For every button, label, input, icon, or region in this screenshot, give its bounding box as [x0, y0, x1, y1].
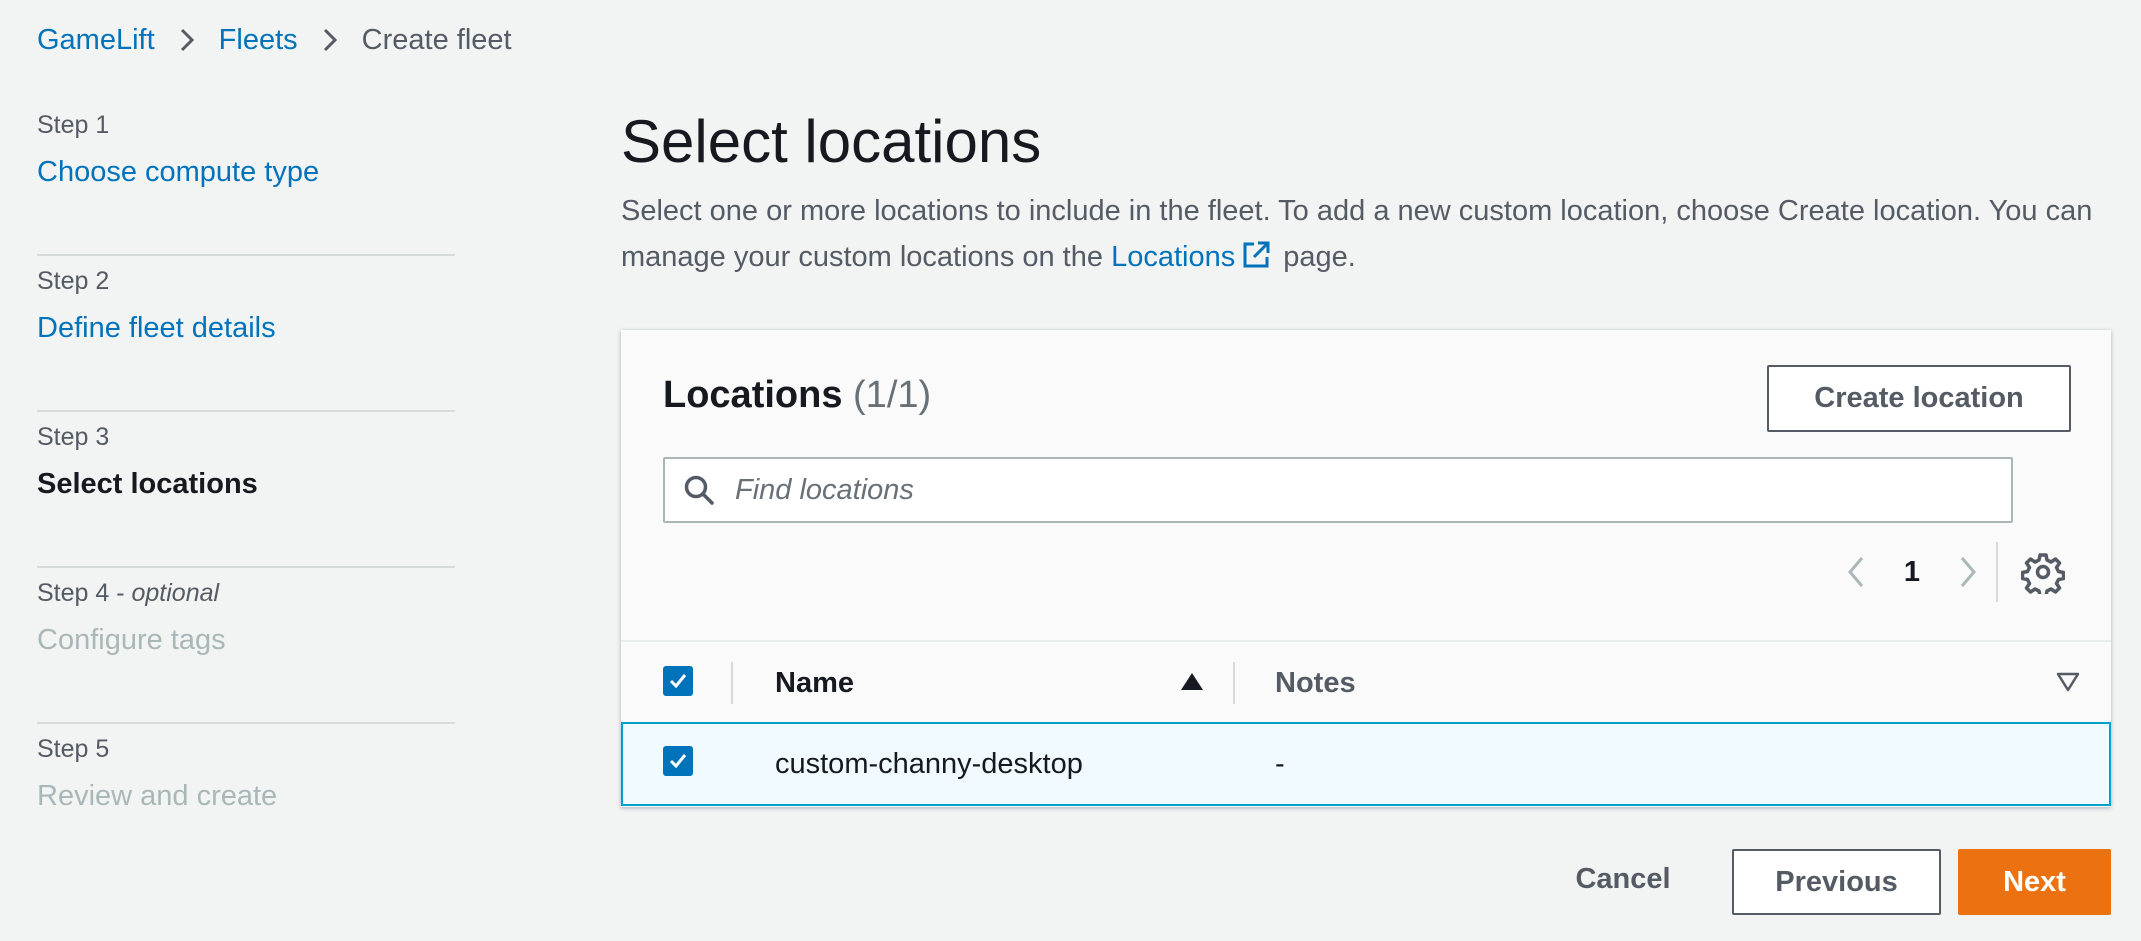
step-3: Step 3 Select locations [37, 412, 455, 568]
step-current-select-locations: Select locations [37, 468, 258, 500]
breadcrumb-gamelift[interactable]: GameLift [37, 24, 155, 57]
breadcrumb: GameLift Fleets Create fleet [37, 18, 512, 62]
step-link-choose-compute-type[interactable]: Choose compute type [37, 150, 455, 194]
search-field [663, 457, 2013, 523]
step-disabled-configure-tags: Configure tags [37, 624, 226, 656]
column-header-name[interactable]: Name [775, 662, 854, 704]
next-button[interactable]: Next [1958, 849, 2111, 915]
sort-ascending-icon[interactable] [1179, 669, 1205, 695]
optional-label: optional [131, 579, 220, 607]
chevron-right-icon [155, 27, 219, 53]
step-1: Step 1 Choose compute type [37, 100, 455, 256]
step-number: Step 2 [37, 267, 110, 295]
step-4: Step 4 - optional Configure tags [37, 568, 455, 724]
column-divider [1233, 662, 1235, 704]
column-header-notes[interactable]: Notes [1275, 662, 1356, 704]
step-number: Step 4 - optional [37, 579, 220, 607]
step-number: Step 5 [37, 735, 110, 763]
previous-button[interactable]: Previous [1732, 849, 1941, 915]
column-divider [731, 662, 733, 704]
table-row[interactable]: custom-channy-desktop - [621, 722, 2111, 806]
locations-table-container: Locations (1/1) Create location 1 [621, 330, 2111, 807]
row-checkbox[interactable] [663, 746, 693, 776]
cell-name: custom-channy-desktop [775, 748, 1083, 780]
step-5: Step 5 Review and create [37, 724, 455, 880]
locations-link[interactable]: Locations [1111, 241, 1235, 273]
step-link-define-fleet-details[interactable]: Define fleet details [37, 306, 455, 350]
create-location-button[interactable]: Create location [1767, 365, 2071, 432]
chevron-right-icon[interactable] [1939, 543, 1997, 601]
locations-count: (1/1) [853, 374, 932, 416]
select-all-checkbox[interactable] [663, 666, 693, 696]
external-link-icon[interactable] [1241, 238, 1271, 284]
table-header: Name Notes [621, 640, 2111, 724]
gear-icon[interactable] [2020, 550, 2066, 598]
step-disabled-review-and-create: Review and create [37, 780, 278, 812]
breadcrumb-fleets[interactable]: Fleets [219, 24, 298, 57]
locations-table: Name Notes custom-channy-desktop - [621, 640, 2111, 806]
page-title: Select locations [621, 108, 1042, 175]
cell-notes: - [1275, 748, 1285, 780]
cancel-button[interactable]: Cancel [1548, 846, 1698, 912]
step-number: Step 1 [37, 111, 110, 139]
breadcrumb-create-fleet: Create fleet [361, 23, 512, 56]
page-description: Select one or more locations to include … [621, 188, 2121, 284]
chevron-right-icon [298, 27, 362, 53]
wizard-steps: Step 1 Choose compute type Step 2 Define… [37, 100, 455, 880]
chevron-left-icon[interactable] [1827, 543, 1885, 601]
sort-descending-icon[interactable] [2055, 669, 2081, 695]
step-2: Step 2 Define fleet details [37, 256, 455, 412]
search-input[interactable] [733, 472, 2003, 508]
page-number[interactable]: 1 [1885, 556, 1939, 589]
divider [1996, 542, 1998, 602]
pagination: 1 [1827, 542, 1997, 602]
locations-header: Locations (1/1) [663, 374, 932, 416]
search-icon [683, 474, 715, 506]
step-number: Step 3 [37, 423, 110, 451]
